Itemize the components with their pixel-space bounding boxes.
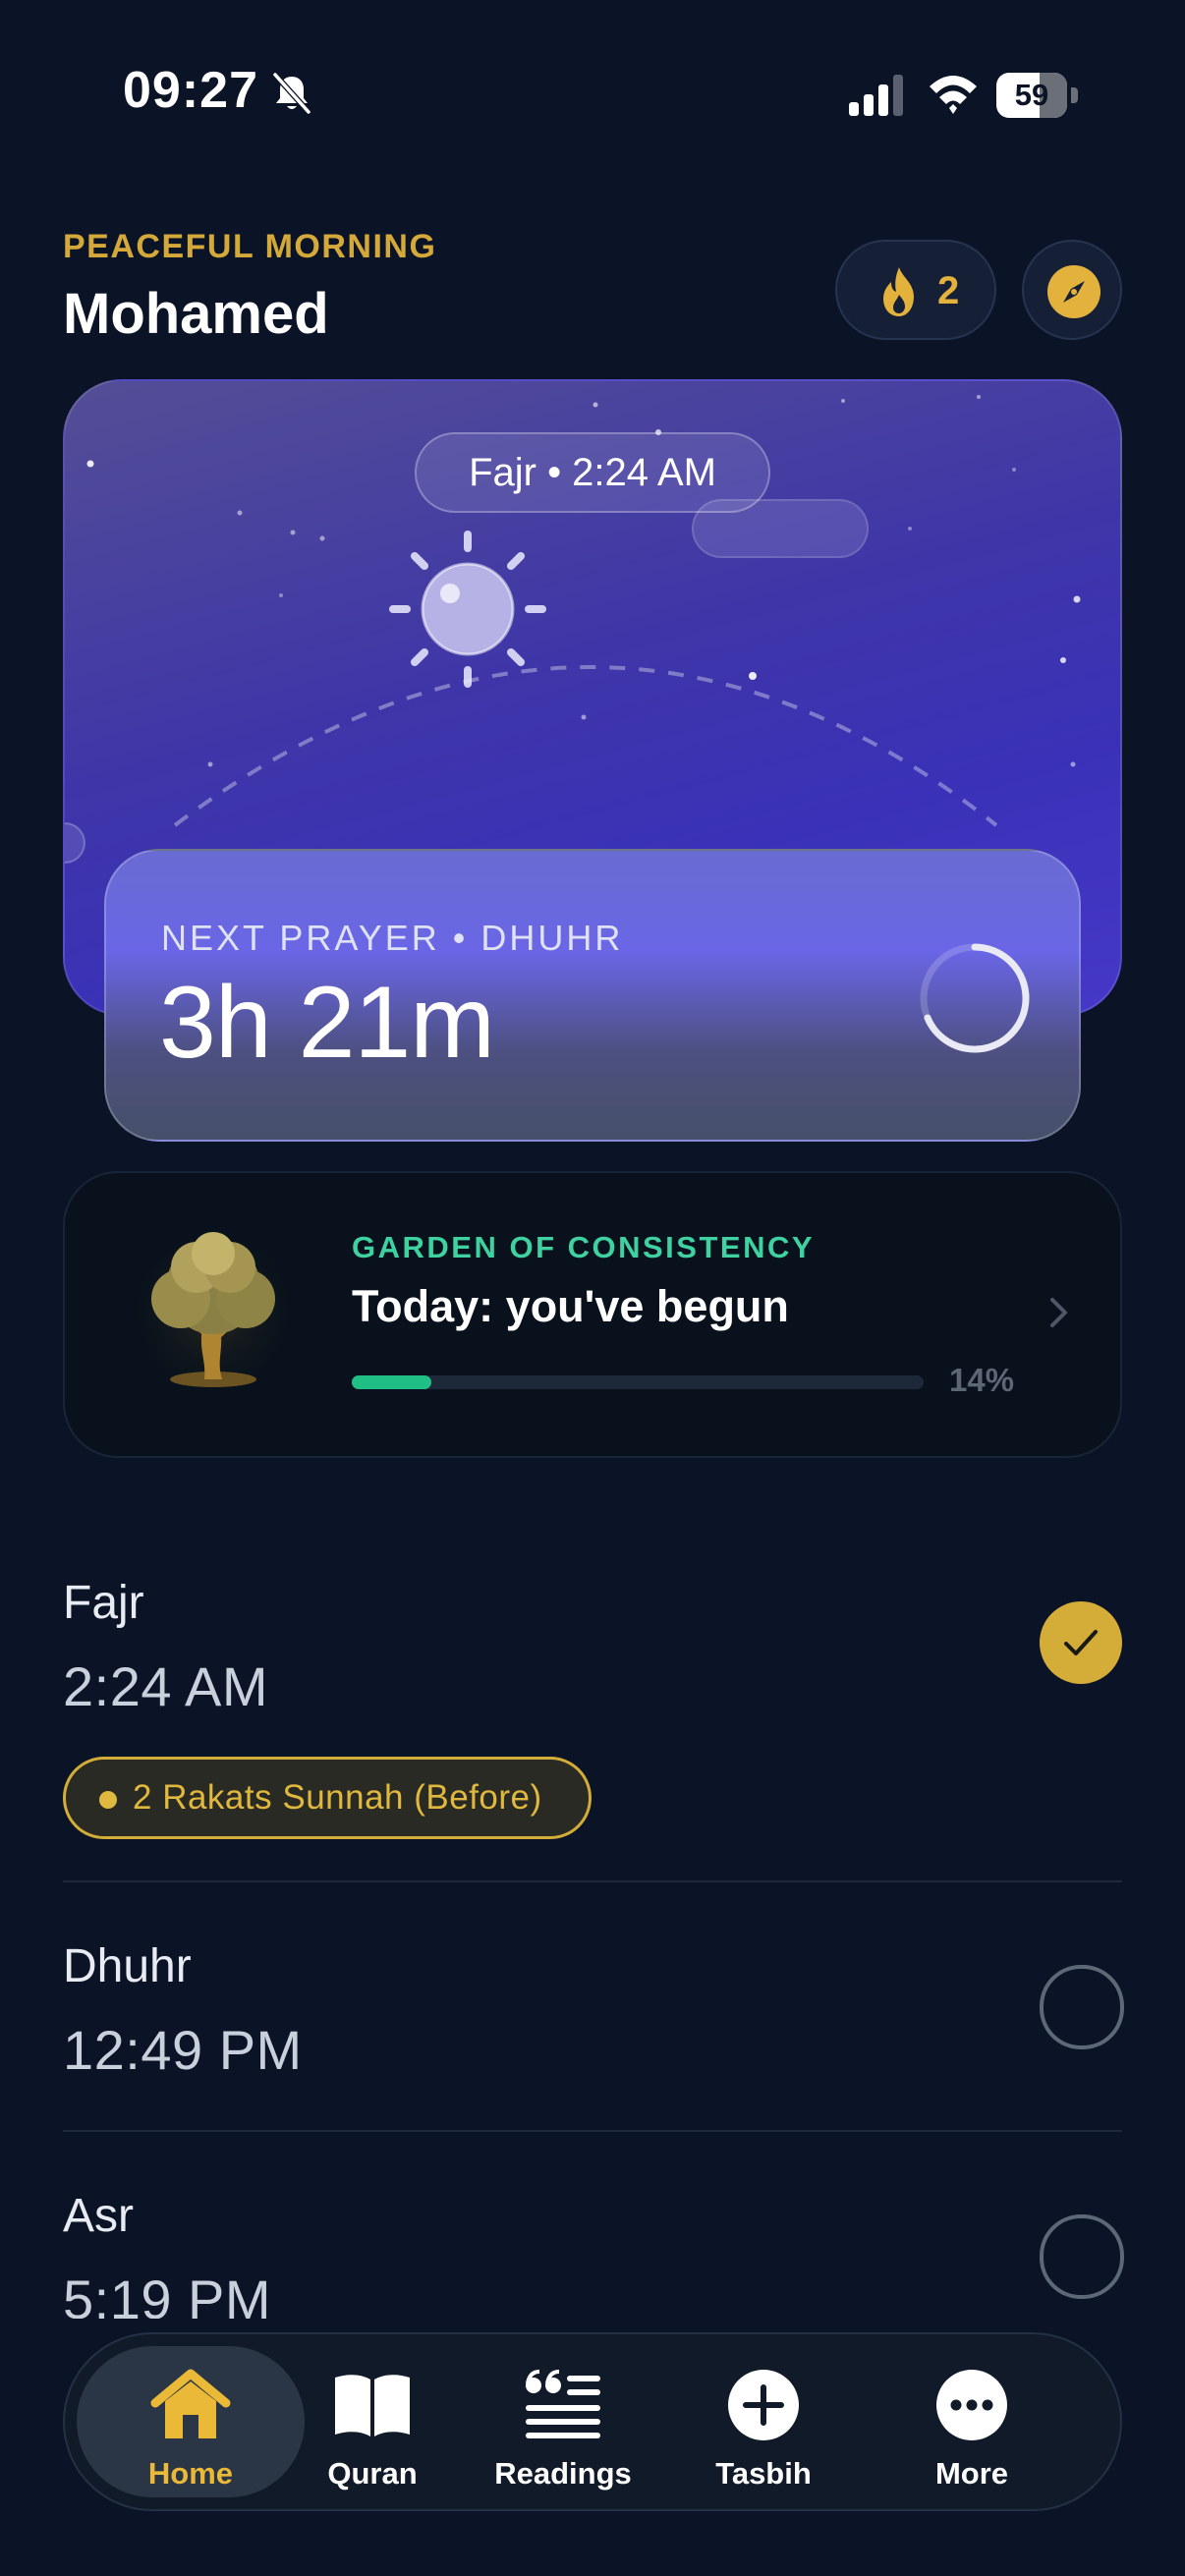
tab-tasbih-label: Tasbih [715, 2456, 812, 2491]
tab-quran-label: Quran [327, 2456, 418, 2491]
battery-level: 59 [1014, 78, 1049, 112]
prayer-time-asr: 5:19 PM [63, 2268, 272, 2319]
user-name: Mohamed [63, 282, 329, 346]
tab-home[interactable]: Home [77, 2346, 305, 2497]
next-prayer-countdown: 3h 21m [159, 966, 495, 1080]
tab-more-label: More [934, 2456, 1009, 2491]
fajr-done-checkbox[interactable] [1040, 1601, 1122, 1684]
prayer-name-dhuhr: Dhuhr [63, 1940, 192, 1992]
sunnah-label: 2 Rakats Sunnah (Before) [133, 1778, 542, 1817]
tab-more[interactable]: More [876, 2346, 1067, 2497]
book-icon [335, 2375, 410, 2436]
checkmark-icon [1064, 1630, 1098, 1655]
tab-home-label: Home [147, 2456, 234, 2491]
cellular-signal-icon [849, 75, 903, 116]
divider [63, 1880, 1122, 1882]
next-prayer-label: NEXT PRAYER • DHUHR [161, 918, 624, 958]
asr-time-clip: 5:19 PM [63, 2260, 849, 2319]
tree-icon [120, 1217, 307, 1404]
next-prayer-card[interactable]: NEXT PRAYER • DHUHR 3h 21m [104, 849, 1081, 1142]
tab-readings-label: Readings [494, 2456, 632, 2491]
battery-icon: 59 [996, 73, 1079, 118]
flame-icon [883, 267, 914, 316]
tab-readings[interactable]: Readings [478, 2346, 649, 2497]
qibla-compass-button[interactable] [1022, 240, 1122, 340]
streak-button[interactable]: 2 [835, 240, 996, 340]
home-icon [150, 2369, 231, 2438]
garden-progress-percent: 14% [949, 1362, 1015, 1398]
garden-progress-bar [352, 1375, 924, 1389]
sunnah-dot [99, 1791, 117, 1809]
asr-checkbox[interactable] [1040, 2214, 1124, 2299]
quote-lines-icon [526, 2370, 600, 2438]
compass-icon [1047, 265, 1100, 318]
tab-bar: Home Quran Readings Tasbih More [63, 2332, 1122, 2511]
prayer-time-fajr: 2:24 AM [63, 1655, 268, 1717]
prayer-name-asr: Asr [63, 2190, 134, 2242]
current-prayer-chip: Fajr • 2:24 AM [415, 432, 770, 513]
garden-title: Today: you've begun [352, 1281, 789, 1331]
garden-of-consistency-card[interactable]: GARDEN OF CONSISTENCY Today: you've begu… [63, 1171, 1122, 1458]
greeting-label: PEACEFUL MORNING [63, 228, 437, 265]
dhuhr-checkbox[interactable] [1040, 1965, 1124, 2049]
streak-count: 2 [937, 269, 960, 312]
tab-tasbih[interactable]: Tasbih [668, 2346, 859, 2497]
silent-bell-icon [272, 72, 311, 115]
tab-quran[interactable]: Quran [287, 2346, 458, 2497]
prayer-time-dhuhr: 12:49 PM [63, 2019, 303, 2081]
status-time: 09:27 [123, 62, 258, 119]
chevron-right-icon [1050, 1298, 1067, 1327]
sunnah-chip[interactable]: 2 Rakats Sunnah (Before) [63, 1757, 592, 1839]
countdown-ring-icon [920, 943, 1030, 1053]
garden-progress-fill [352, 1375, 432, 1389]
garden-kicker: GARDEN OF CONSISTENCY [352, 1230, 816, 1264]
plus-circle-icon [728, 2370, 799, 2440]
ellipsis-circle-icon [936, 2370, 1007, 2440]
wifi-icon [930, 76, 977, 114]
prayer-name-fajr: Fajr [63, 1577, 144, 1629]
divider [63, 2130, 1122, 2132]
